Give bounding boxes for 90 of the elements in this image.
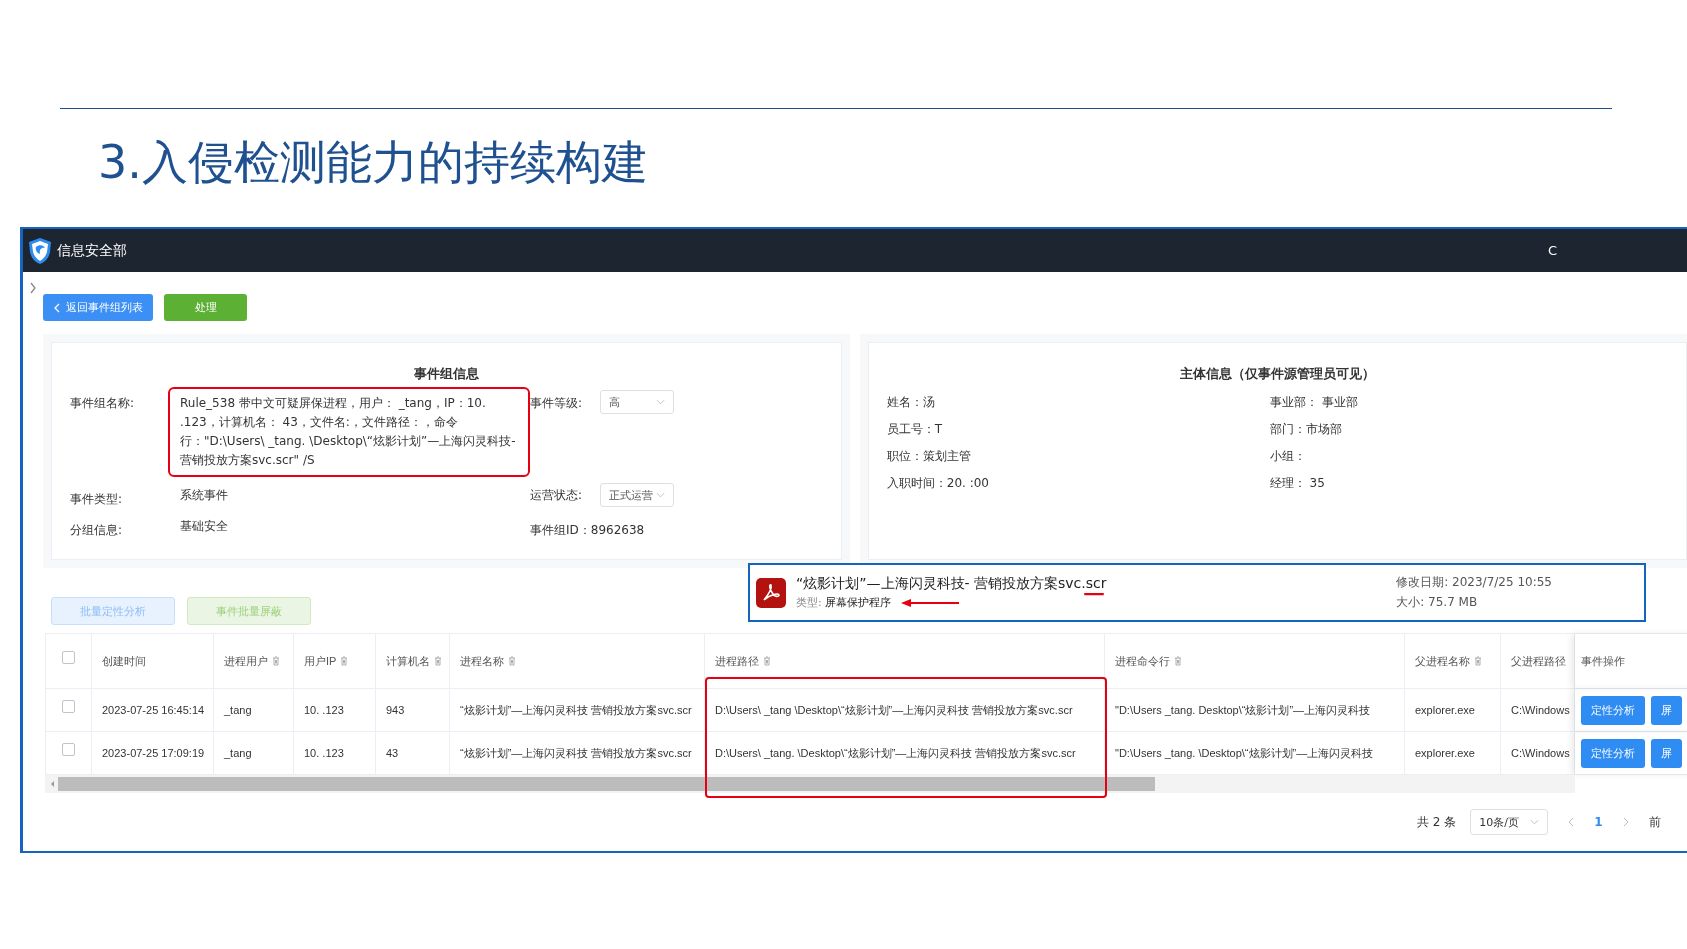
trash-icon[interactable]: [1474, 656, 1482, 666]
column-header: 创建时间: [102, 653, 146, 669]
caret-icon: [656, 399, 665, 405]
table-cell: “炫影计划”—上海闪灵科技 营销投放方案svc.scr: [460, 745, 692, 761]
action-button[interactable]: 屏: [1651, 738, 1682, 768]
table-cell: "D:\Users _tang. \Desktop\“炫影计划”—上海闪灵科技: [1115, 745, 1374, 761]
table-cell: 943: [386, 704, 405, 716]
field-label: 事件类型:: [70, 491, 124, 508]
table-cell: 10. .123: [304, 747, 344, 759]
table-cell: explorer.exe: [1415, 704, 1475, 716]
file-type-value: 屏幕保护程序: [824, 595, 891, 610]
checkbox[interactable]: [62, 742, 75, 756]
field-label: 分组信息:: [70, 522, 124, 539]
field-label: 事件等级:: [530, 395, 584, 412]
file-size: 大小: 75.7 MB: [1396, 594, 1479, 611]
trash-icon[interactable]: [508, 656, 516, 666]
info-text: 小组：: [1269, 448, 1307, 465]
table-cell: D:\Users\ _tang \Desktop\“炫影计划”—上海闪灵科技 营销投放方案svc.scr: [715, 702, 1073, 718]
field-value: 基础安全: [180, 518, 229, 535]
back-button[interactable]: 返回事件组列表: [43, 294, 153, 321]
page-number[interactable]: 1: [1594, 815, 1603, 829]
chevron-left-icon: [53, 302, 60, 313]
column-header: 进程名称: [460, 653, 504, 669]
table-cell: C:\Windows: [1511, 747, 1570, 759]
arrow-annotation: [900, 597, 961, 608]
total-count: 共 2 条: [1417, 813, 1457, 831]
column-header: 事件操作: [1581, 653, 1625, 669]
table-cell: _tang: [224, 747, 252, 759]
trash-icon[interactable]: [340, 656, 349, 666]
level-select[interactable]: 高: [600, 390, 674, 414]
horizontal-scrollbar[interactable]: [45, 775, 1575, 793]
info-text: 员工号：T: [886, 421, 944, 438]
field-label: 事件组名称:: [70, 395, 136, 412]
previous-page-icon[interactable]: [1568, 817, 1575, 827]
table-cell: 43: [386, 747, 399, 759]
file-type-label: 类型:: [796, 595, 822, 610]
table-cell: D:\Users\ _tang. \Desktop\“炫影计划”—上海闪灵科技 营销投放方案svc.scr: [715, 745, 1076, 761]
info-text: 姓名：汤: [886, 394, 936, 411]
caret-icon: [1530, 819, 1540, 825]
event-id-text: 事件组ID：8962638: [530, 522, 646, 539]
field-label: 运营状态:: [530, 487, 584, 504]
shield-logo-icon: [28, 236, 52, 265]
app-title: 信息安全部: [57, 241, 127, 260]
table-cell: C:\Windows: [1511, 704, 1570, 716]
column-header: 用户IP: [304, 653, 337, 669]
table-cell: 10. .123: [304, 704, 344, 716]
action-button[interactable]: 定性分析: [1581, 695, 1645, 725]
user-label: C: [1547, 243, 1557, 258]
caret-icon: [656, 492, 665, 498]
card-heading: 主体信息（仅事件源管理员可见）: [1178, 365, 1376, 383]
document-icon: [756, 577, 786, 608]
column-header: 进程命令行: [1115, 653, 1170, 669]
batch-button[interactable]: 批量定性分析: [51, 597, 175, 625]
slide-title: 3.入侵检测能力的持续构建: [98, 134, 649, 191]
info-text: 经理： 35: [1269, 475, 1326, 492]
next-page-icon[interactable]: [1622, 817, 1629, 827]
modified-date: 修改日期: 2023/7/25 10:55: [1396, 574, 1552, 591]
event-name-text: Rule_538 带中文可疑屏保进程，用户： _tang，IP：10. .123，计算机名： 43，文件名:，文件路径：，命令行："D:\Users\ _tang. \Desktop\“炫影计划”—上海闪灵科技- 营销投放方案svc.scr" /S: [168, 387, 530, 477]
file-name: “炫影计划”—上海闪灵科技- 营销投放方案svc.scr: [796, 575, 1107, 591]
column-header: 计算机名: [386, 653, 430, 669]
column-header: 父进程路径: [1511, 653, 1566, 669]
info-text: 入职时间：20. :00: [886, 475, 990, 492]
table-cell: explorer.exe: [1415, 747, 1475, 759]
column-header: 父进程名称: [1415, 653, 1470, 669]
checkbox[interactable]: [62, 650, 75, 664]
card-heading: 事件组信息: [412, 365, 480, 383]
page-size-select[interactable]: 10条/页: [1470, 809, 1549, 835]
table-cell: 2023-07-25 16:45:14: [102, 704, 205, 716]
trash-icon[interactable]: [272, 656, 280, 666]
underline-mark: [1082, 593, 1107, 596]
column-header: 进程路径: [715, 653, 759, 669]
action-button[interactable]: 屏: [1651, 695, 1682, 725]
goto-label: 前: [1648, 813, 1661, 831]
trash-icon[interactable]: [434, 656, 442, 666]
trash-icon[interactable]: [1174, 656, 1182, 666]
trash-icon[interactable]: [763, 656, 771, 666]
info-text: 部门：市场部: [1269, 421, 1343, 438]
process-button[interactable]: 处理: [164, 294, 247, 321]
table-cell: _tang: [224, 704, 252, 716]
column-header: 进程用户: [224, 653, 268, 669]
info-text: 事业部： 事业部: [1269, 394, 1359, 411]
table-cell: 2023-07-25 17:09:19: [102, 747, 205, 759]
info-text: 职位：策划主管: [886, 448, 972, 465]
checkbox[interactable]: [62, 699, 75, 713]
table-cell: "D:\Users _tang. Desktop\“炫影计划”—上海闪灵科技: [1115, 702, 1371, 718]
field-value: 系统事件: [180, 487, 229, 504]
status-select[interactable]: 正式运营: [600, 483, 674, 507]
table-cell: “炫影计划”—上海闪灵科技 营销投放方案svc.scr: [460, 702, 692, 718]
expand-icon[interactable]: [29, 282, 37, 294]
action-button[interactable]: 定性分析: [1581, 738, 1645, 768]
